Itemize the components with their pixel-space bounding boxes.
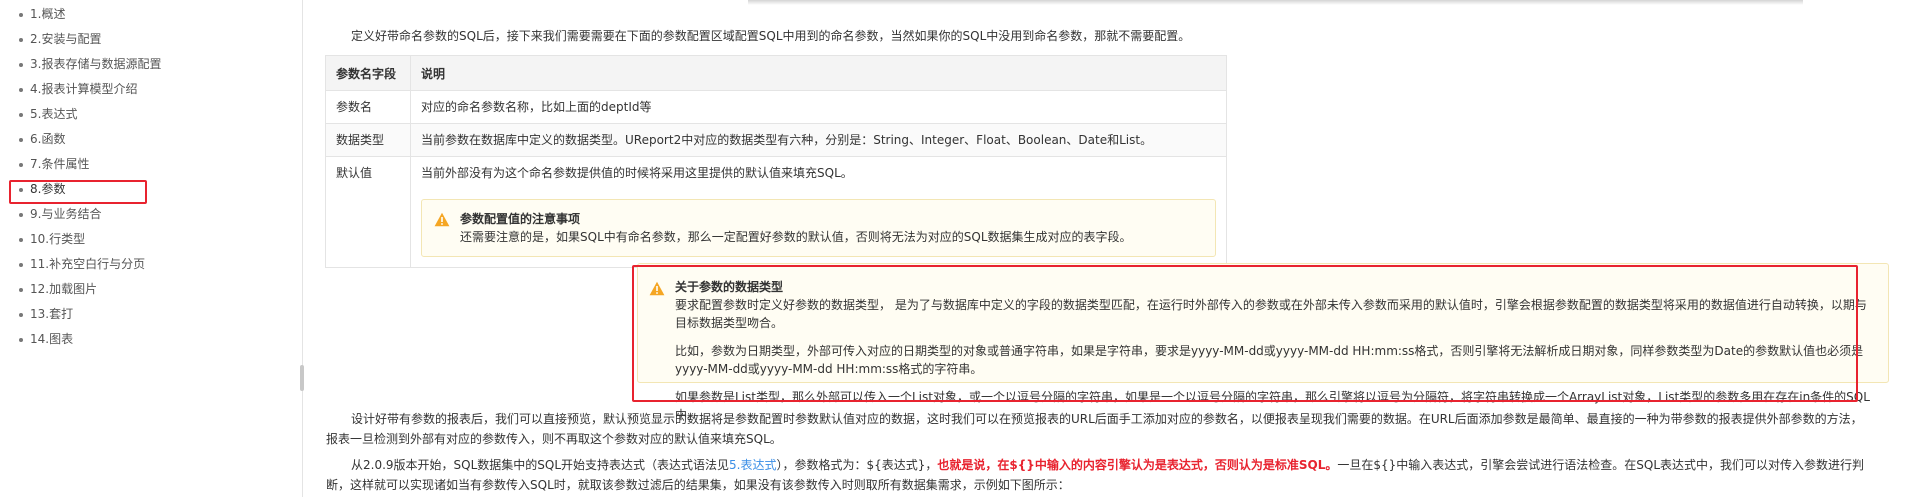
- toc-item-charts[interactable]: 14.图表: [0, 327, 302, 352]
- tip-text: 还需要注意的是，如果SQL中有命名参数，那么一定配置好参数的默认值，否则将无法为…: [460, 230, 1132, 244]
- toc-item-model[interactable]: 4.报表计算模型介绍: [0, 77, 302, 102]
- toc-item-functions[interactable]: 6.函数: [0, 127, 302, 152]
- toc-item-row-type[interactable]: 10.行类型: [0, 227, 302, 252]
- toc-item-blank-rows[interactable]: 11.补充空白行与分页: [0, 252, 302, 277]
- column-header-field: 参数名字段: [325, 55, 411, 91]
- preview-paragraph: 设计好带有参数的报表后，我们可以直接预览，默认预览显示的数据将是参数配置时参数默…: [326, 412, 1863, 446]
- active-item-highlight: [9, 180, 147, 204]
- table-row: 参数名 对应的命名参数名称，比如上面的deptId等: [325, 90, 1227, 124]
- cell-field: 参数名: [325, 90, 411, 124]
- table-row: 数据类型 当前参数在数据库中定义的数据类型。UReport2中对应的数据类型有六…: [325, 123, 1227, 157]
- toc-item-overprint[interactable]: 13.套打: [0, 302, 302, 327]
- cell-desc: 当前参数在数据库中定义的数据类型。UReport2中对应的数据类型有六种，分别是…: [410, 123, 1227, 157]
- toc-item-expression[interactable]: 5.表达式: [0, 102, 302, 127]
- callout-highlight-box: [632, 265, 1858, 402]
- toc-item-overview[interactable]: 1.概述: [0, 2, 302, 27]
- cell-desc-with-tip: 当前外部没有为这个命名参数提供值的时候将采用这里提供的默认值来填充SQL。 参数…: [410, 156, 1227, 268]
- expression-paragraph: 从2.0.9版本开始，SQL数据集中的SQL开始支持表达式（表达式语法见5.表达…: [326, 455, 1874, 495]
- sidebar-toc: 1.概述 2.安装与配置 3.报表存储与数据源配置 4.报表计算模型介绍 5.表…: [0, 0, 303, 497]
- toc-item-conditions[interactable]: 7.条件属性: [0, 152, 302, 177]
- toc-item-storage[interactable]: 3.报表存储与数据源配置: [0, 52, 302, 77]
- toc-item-images[interactable]: 12.加载图片: [0, 277, 302, 302]
- expr-text-2: ），参数格式为：${表达式}，: [776, 458, 938, 472]
- default-value-tip: 参数配置值的注意事项 还需要注意的是，如果SQL中有命名参数，那么一定配置好参数…: [421, 199, 1216, 257]
- table-header-row: 参数名字段 说明: [325, 55, 1227, 91]
- table-row: 默认值 当前外部没有为这个命名参数提供值的时候将采用这里提供的默认值来填充SQL…: [325, 156, 1227, 268]
- param-config-table: 参数名字段 说明 参数名 对应的命名参数名称，比如上面的deptId等 数据类型…: [325, 55, 1227, 268]
- warning-icon: [434, 212, 450, 227]
- cell-field: 默认值: [325, 156, 411, 268]
- tip-title: 参数配置值的注意事项: [460, 212, 581, 226]
- image-bottom-edge: [748, 0, 1803, 5]
- sidebar-resize-handle[interactable]: [300, 365, 304, 391]
- toc-list: 1.概述 2.安装与配置 3.报表存储与数据源配置 4.报表计算模型介绍 5.表…: [0, 0, 302, 352]
- cell-field: 数据类型: [325, 123, 411, 157]
- column-header-desc: 说明: [410, 55, 1227, 91]
- expr-emphasis: 也就是说，在${}中输入的内容引擎认为是表达式，否则认为是标准SQL。: [937, 458, 1338, 472]
- cell-desc: 对应的命名参数名称，比如上面的deptId等: [410, 90, 1227, 124]
- intro-paragraph: 定义好带命名参数的SQL后，接下来我们需要需要在下面的参数配置区域配置SQL中用…: [351, 29, 1191, 43]
- expr-text-1: 从2.0.9版本开始，SQL数据集中的SQL开始支持表达式（表达式语法见: [351, 458, 730, 472]
- toc-item-business[interactable]: 9.与业务结合: [0, 202, 302, 227]
- expression-link[interactable]: 5.表达式: [729, 458, 776, 472]
- toc-item-install[interactable]: 2.安装与配置: [0, 27, 302, 52]
- cell-desc: 当前外部没有为这个命名参数提供值的时候将采用这里提供的默认值来填充SQL。: [421, 166, 853, 180]
